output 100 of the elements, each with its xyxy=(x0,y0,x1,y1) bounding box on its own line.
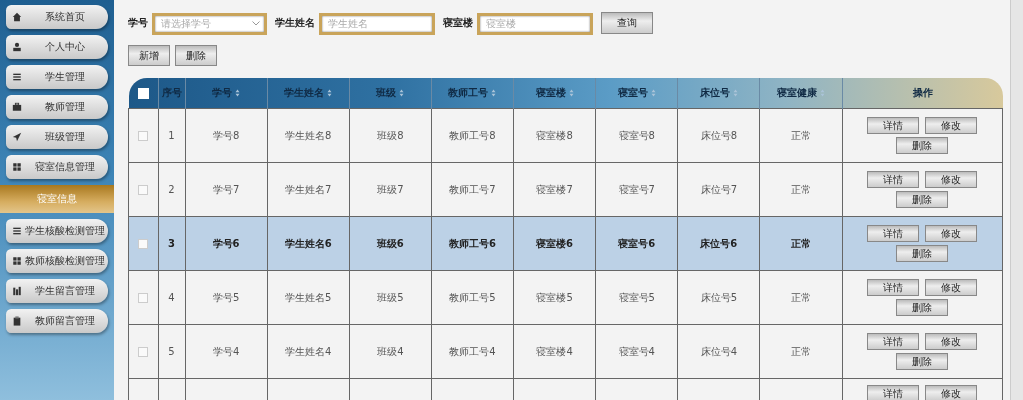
clipboard-icon xyxy=(12,316,22,326)
action-button[interactable]: 删除 xyxy=(896,137,949,154)
input-field[interactable]: 寝室楼 xyxy=(477,12,593,35)
table-row[interactable]: 1 学号8 学生姓名8 班级8 教师工号8 寝室楼8 寝室号8 床位号8 正常 详情 修改 删除 xyxy=(128,108,1003,163)
table-cell: 学生姓名6 xyxy=(284,237,332,249)
table-row[interactable]: 3 学号6 学生姓名6 班级6 教师工号6 寝室楼6 寝室号6 床位号6 正常 详情 修改 删除 xyxy=(128,216,1003,271)
row-checkbox[interactable] xyxy=(138,131,149,141)
grid-icon xyxy=(12,256,22,266)
sort-icon[interactable] xyxy=(399,89,405,97)
table-cell: 学生姓名7 xyxy=(285,183,332,195)
table-cell: 寝室号5 xyxy=(618,291,655,303)
sort-icon[interactable] xyxy=(650,89,656,97)
field-label: 学生姓名 xyxy=(275,16,315,30)
row-checkbox[interactable] xyxy=(138,293,149,303)
sort-icon[interactable] xyxy=(568,89,574,97)
table-cell: 寝室号6 xyxy=(618,237,656,249)
action-button[interactable]: 删除 xyxy=(896,245,949,262)
action-button[interactable]: 修改 xyxy=(925,117,978,134)
action-button[interactable]: 修改 xyxy=(925,171,978,188)
table-cell: 学号7 xyxy=(212,183,240,195)
action-button[interactable]: 详情 xyxy=(867,279,920,296)
action-button[interactable]: 详情 xyxy=(867,333,920,350)
table-cell: 教师工号5 xyxy=(449,291,496,303)
row-checkbox[interactable] xyxy=(138,347,149,357)
sidebar-item[interactable]: 教师留言管理 xyxy=(6,309,108,333)
toolbar-button[interactable]: 新增 xyxy=(128,45,170,66)
action-button[interactable]: 详情 xyxy=(867,171,920,188)
table-row[interactable]: 5 学号4 学生姓名4 班级4 教师工号4 寝室楼4 寝室号4 床位号4 正常 详情 修改 删除 xyxy=(128,324,1003,379)
select-all-checkbox[interactable] xyxy=(137,87,149,99)
row-checkbox[interactable] xyxy=(138,239,149,249)
table-row[interactable]: 4 学号5 学生姓名5 班级5 教师工号5 寝室楼5 寝室号5 床位号5 正常 详情 修改 删除 xyxy=(128,270,1003,325)
table-cell: 床位号5 xyxy=(700,291,737,303)
action-button[interactable]: 详情 xyxy=(867,385,920,400)
table-cell: 2 xyxy=(168,184,175,195)
action-button[interactable]: 删除 xyxy=(896,299,949,316)
table-cell: 学号5 xyxy=(212,291,240,303)
table-cell: 1 xyxy=(168,130,175,141)
column-header[interactable]: 寝室楼 xyxy=(535,86,566,100)
toolbar-button[interactable]: 删除 xyxy=(175,45,217,66)
person-icon xyxy=(12,42,22,52)
action-button[interactable]: 修改 xyxy=(925,225,978,242)
table-cell: 寝室楼4 xyxy=(536,345,573,357)
table-cell: 床位号7 xyxy=(700,183,737,195)
table-cell: 教师工号7 xyxy=(449,183,496,195)
list-icon xyxy=(12,72,22,82)
table-cell: 寝室号8 xyxy=(618,129,655,141)
action-button[interactable]: 详情 xyxy=(867,117,920,134)
table-cell: 正常 xyxy=(790,129,811,141)
table-cell: 班级5 xyxy=(377,291,404,303)
table-cell: 学号4 xyxy=(212,345,240,357)
search-button[interactable]: 查询 xyxy=(601,12,653,34)
column-header[interactable]: 寝室健康 xyxy=(776,86,817,100)
action-button[interactable]: 修改 xyxy=(925,385,978,400)
sidebar-item[interactable]: 系统首页 xyxy=(6,5,108,29)
field-label: 学号 xyxy=(128,16,148,30)
action-button[interactable]: 详情 xyxy=(867,225,920,242)
action-button[interactable]: 修改 xyxy=(925,333,978,350)
table-cell: 寝室号7 xyxy=(618,183,655,195)
table-cell: 正常 xyxy=(790,345,811,357)
table-cell: 班级7 xyxy=(377,183,404,195)
grid-icon xyxy=(12,162,22,172)
sidebar-item[interactable]: 教师核酸检测管理 xyxy=(6,249,108,273)
table-cell: 学生姓名8 xyxy=(285,129,332,141)
home-icon xyxy=(12,12,22,22)
sidebar-item[interactable]: 教师管理 xyxy=(6,95,108,119)
table-cell: 寝室楼5 xyxy=(536,291,573,303)
table-cell: 寝室楼8 xyxy=(536,129,573,141)
sort-icon[interactable] xyxy=(327,89,333,97)
action-button[interactable]: 修改 xyxy=(925,279,978,296)
select-field[interactable]: 请选择学号 xyxy=(152,12,267,35)
scrollbar[interactable] xyxy=(1010,0,1023,400)
action-button[interactable]: 删除 xyxy=(896,191,949,208)
sidebar-item[interactable]: 学生管理 xyxy=(6,65,108,89)
sidebar-item[interactable]: 学生留言管理 xyxy=(6,279,108,303)
caret-icon[interactable] xyxy=(252,21,260,26)
table-cell: 5 xyxy=(168,346,175,357)
sidebar-item[interactable]: 班级管理 xyxy=(6,125,108,149)
table-row[interactable]: 2 学号7 学生姓名7 班级7 教师工号7 寝室楼7 寝室号7 床位号7 正常 详情 修改 删除 xyxy=(128,162,1003,217)
table-cell: 寝室楼6 xyxy=(536,237,574,249)
sort-icon[interactable] xyxy=(235,89,241,97)
table-cell: 正常 xyxy=(790,183,811,195)
table-row[interactable]: 详情 修改 xyxy=(128,378,1003,400)
column-header[interactable]: 床位号 xyxy=(699,86,730,100)
sidebar-item[interactable]: 学生核酸检测管理 xyxy=(6,219,108,243)
sidebar-item[interactable]: 寝室信息管理 xyxy=(6,155,108,179)
row-checkbox[interactable] xyxy=(138,185,149,195)
table-cell: 班级8 xyxy=(377,129,404,141)
action-button[interactable]: 删除 xyxy=(896,353,949,370)
sidebar-item[interactable]: 个人中心 xyxy=(6,35,108,59)
table-cell: 班级4 xyxy=(377,345,404,357)
sort-icon[interactable] xyxy=(491,89,497,97)
bar-chart-icon xyxy=(12,286,22,296)
input-field[interactable]: 学生姓名 xyxy=(319,12,435,35)
table-cell: 教师工号8 xyxy=(449,129,496,141)
column-header[interactable]: 寝室号 xyxy=(617,86,648,100)
table-cell: 教师工号4 xyxy=(449,345,496,357)
table-cell: 班级6 xyxy=(376,237,404,249)
paper-plane-icon xyxy=(12,132,22,142)
column-header[interactable]: 操作 xyxy=(912,86,933,100)
table-cell: 正常 xyxy=(790,237,811,249)
